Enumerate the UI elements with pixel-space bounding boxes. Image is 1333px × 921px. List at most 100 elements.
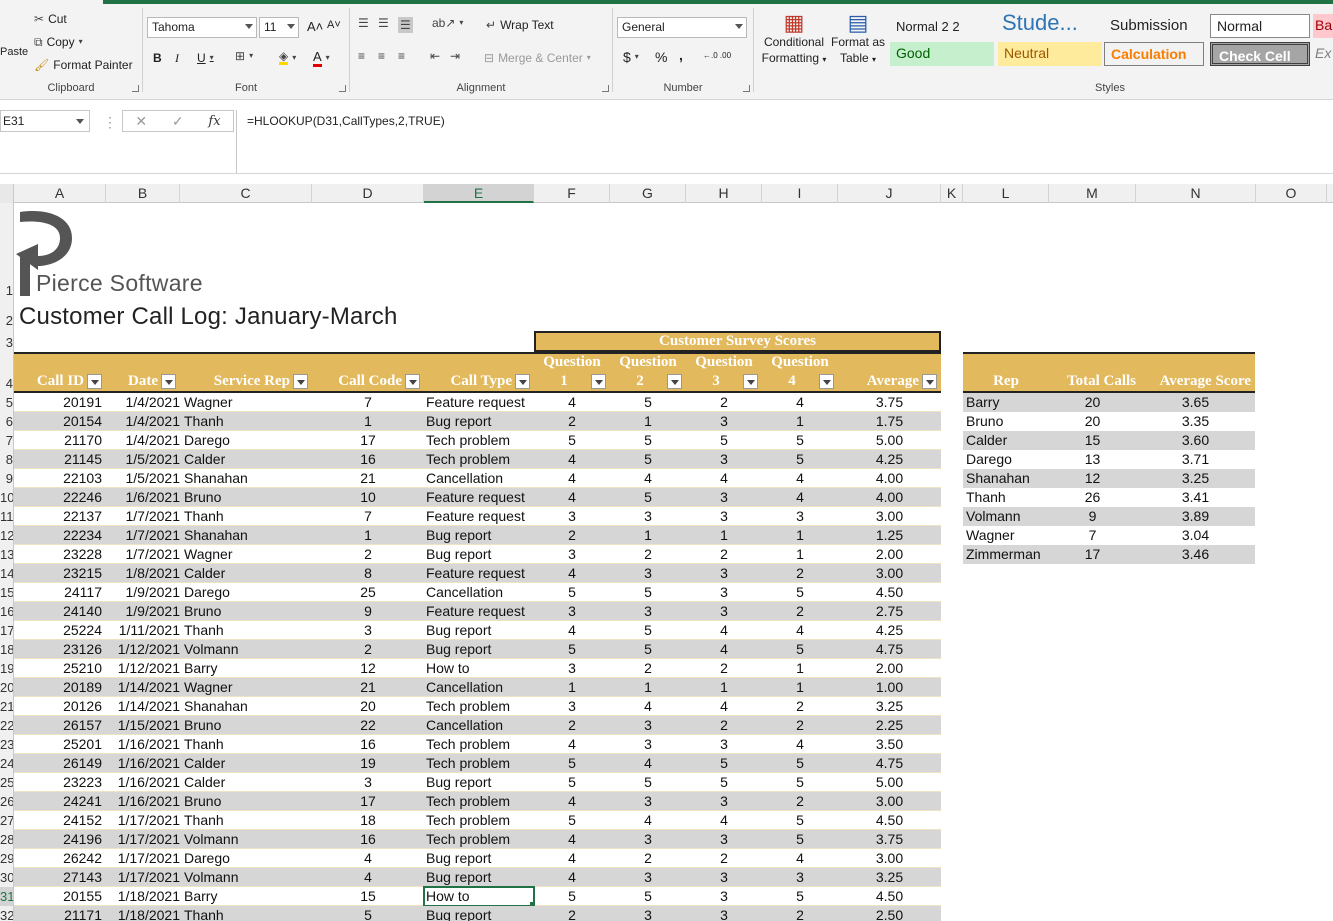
cell-id[interactable]: 20191 <box>14 393 102 412</box>
cut-button[interactable]: ✂ Cut <box>34 12 67 26</box>
cell-avg[interactable]: 2.75 <box>838 602 941 621</box>
cell-code[interactable]: 4 <box>312 868 424 887</box>
cell-rep[interactable]: Volmann <box>184 868 312 887</box>
cell-type[interactable]: Tech problem <box>426 754 534 773</box>
cell-q4[interactable]: 3 <box>762 507 838 526</box>
cell-code[interactable]: 16 <box>312 830 424 849</box>
cell-q1[interactable]: 4 <box>534 621 610 640</box>
cell-avg[interactable]: 5.00 <box>838 431 941 450</box>
cell-rep[interactable]: Thanh <box>184 811 312 830</box>
cell-total-calls[interactable]: 7 <box>1049 526 1136 545</box>
cell-id[interactable]: 20126 <box>14 697 102 716</box>
cell-average-score[interactable]: 3.71 <box>1136 450 1255 469</box>
cell-type[interactable]: Feature request <box>426 393 534 412</box>
number-dialog-launcher[interactable] <box>743 85 750 92</box>
cell-q4[interactable]: 1 <box>762 545 838 564</box>
cell-rep[interactable]: Calder <box>966 431 1050 450</box>
cell-q1[interactable]: 4 <box>534 849 610 868</box>
cell-date[interactable]: 1/18/2021 <box>106 887 180 906</box>
cell-rep[interactable]: Thanh <box>966 488 1050 507</box>
cell-q2[interactable]: 3 <box>610 868 686 887</box>
cell-q4[interactable]: 5 <box>762 754 838 773</box>
cell-id[interactable]: 25210 <box>14 659 102 678</box>
cell-q1[interactable]: 2 <box>534 906 610 921</box>
fill-color-button[interactable]: ◈ ▾ <box>279 50 296 65</box>
style-submission[interactable]: Submission <box>1104 14 1208 38</box>
cell-id[interactable]: 23223 <box>14 773 102 792</box>
cell-total-calls[interactable]: 13 <box>1049 450 1136 469</box>
cell-id[interactable]: 24140 <box>14 602 102 621</box>
percent-button[interactable]: % <box>655 49 667 65</box>
row-header-15[interactable]: 15 <box>0 583 13 602</box>
row-header-23[interactable]: 23 <box>0 735 13 754</box>
cell-rep[interactable]: Bruno <box>184 602 312 621</box>
row-header-19[interactable]: 19 <box>0 659 13 678</box>
cell-q2[interactable]: 2 <box>610 659 686 678</box>
cell-rep[interactable]: Bruno <box>184 792 312 811</box>
cell-date[interactable]: 1/17/2021 <box>106 811 180 830</box>
cell-code[interactable]: 9 <box>312 602 424 621</box>
cell-id[interactable]: 26242 <box>14 849 102 868</box>
cell-rep[interactable]: Shanahan <box>184 469 312 488</box>
cell-avg[interactable]: 3.00 <box>838 564 941 583</box>
cell-type[interactable]: Feature request <box>426 488 534 507</box>
column-header-i[interactable]: I <box>762 184 838 203</box>
filter-dropdown-icon[interactable] <box>743 374 758 389</box>
cell-id[interactable]: 20189 <box>14 678 102 697</box>
cell-q2[interactable]: 3 <box>610 906 686 921</box>
cell-date[interactable]: 1/9/2021 <box>106 583 181 602</box>
cell-avg[interactable]: 2.25 <box>838 716 941 735</box>
cell-id[interactable]: 24241 <box>14 792 102 811</box>
column-header-o[interactable]: O <box>1256 184 1327 203</box>
cell-code[interactable]: 18 <box>312 811 424 830</box>
cell-avg[interactable]: 1.25 <box>838 526 941 545</box>
column-header-m[interactable]: M <box>1049 184 1136 203</box>
cell-date[interactable]: 1/18/2021 <box>106 906 180 921</box>
filter-dropdown-icon[interactable] <box>591 374 606 389</box>
cell-q3[interactable]: 5 <box>686 773 762 792</box>
align-left-button[interactable]: ≡ <box>358 50 365 62</box>
cell-type[interactable]: Tech problem <box>426 697 534 716</box>
cell-date[interactable]: 1/12/2021 <box>106 640 180 659</box>
cell-id[interactable]: 21145 <box>14 450 102 469</box>
cell-q4[interactable]: 3 <box>762 868 838 887</box>
top-align-button[interactable]: ☰ <box>358 17 369 29</box>
cell-id[interactable]: 24117 <box>14 583 102 602</box>
wrap-text-button[interactable]: ↵ Wrap Text <box>486 18 554 32</box>
font-size-combo[interactable]: 11 <box>259 17 299 38</box>
filter-dropdown-icon[interactable] <box>293 374 308 389</box>
cell-q2[interactable]: 5 <box>610 640 686 659</box>
cell-q3[interactable]: 3 <box>686 507 762 526</box>
cell-date[interactable]: 1/4/2021 <box>106 393 181 412</box>
cell-q1[interactable]: 4 <box>534 488 610 507</box>
column-header-c[interactable]: C <box>180 184 312 203</box>
cell-code[interactable]: 1 <box>312 412 424 431</box>
cell-q1[interactable]: 5 <box>534 811 610 830</box>
cell-avg[interactable]: 4.00 <box>838 488 941 507</box>
cell-q3[interactable]: 2 <box>686 545 762 564</box>
cell-rep[interactable]: Calder <box>184 564 312 583</box>
cell-q2[interactable]: 5 <box>610 583 686 602</box>
cell-code[interactable]: 2 <box>312 640 424 659</box>
cell-code[interactable]: 7 <box>312 393 424 412</box>
select-all-corner[interactable] <box>0 184 14 203</box>
column-header-e[interactable]: E <box>424 184 534 203</box>
cell-q2[interactable]: 3 <box>610 564 686 583</box>
row-header-3[interactable]: 3 <box>0 330 13 352</box>
cell-id[interactable]: 22234 <box>14 526 102 545</box>
align-right-button[interactable]: ≡ <box>398 50 405 62</box>
cell-rep[interactable]: Wagner <box>966 526 1050 545</box>
cell-code[interactable]: 3 <box>312 621 424 640</box>
row-header-29[interactable]: 29 <box>0 849 13 868</box>
cell-q4[interactable]: 4 <box>762 621 838 640</box>
cell-rep[interactable]: Shanahan <box>966 469 1050 488</box>
cell-date[interactable]: 1/17/2021 <box>106 830 180 849</box>
cell-type[interactable]: Bug report <box>426 526 534 545</box>
cell-id[interactable]: 23215 <box>14 564 102 583</box>
bottom-align-button[interactable]: ☰ <box>398 17 413 33</box>
cell-rep[interactable]: Wagner <box>184 545 312 564</box>
cell-rep[interactable]: Wagner <box>184 678 312 697</box>
cell-average-score[interactable]: 3.35 <box>1136 412 1255 431</box>
cell-code[interactable]: 21 <box>312 469 424 488</box>
cell-rep[interactable]: Barry <box>184 659 312 678</box>
